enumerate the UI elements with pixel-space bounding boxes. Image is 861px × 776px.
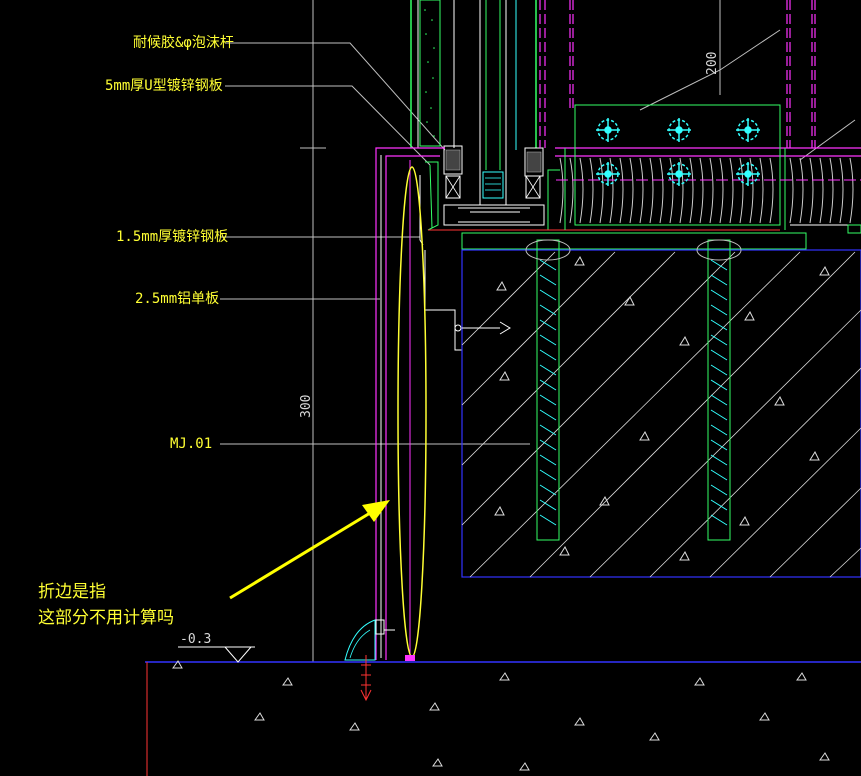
cad-section-drawing: 300 耐候胶&φ泡沫杆 5mm厚U型镀锌钢板 1.5mm厚镀锌钢板 2.5mm…: [0, 0, 861, 776]
label-sealant-foam-rod: 耐候胶&φ泡沫杆: [133, 34, 234, 51]
dim-300-text: 300: [299, 395, 314, 418]
label-aluminum-panel: 2.5mm铝单板: [135, 291, 219, 307]
label-galvanized-steel-plate: 1.5mm厚镀锌钢板: [116, 228, 228, 245]
drawing-background: [0, 0, 861, 776]
level-text: -0.3: [180, 632, 211, 647]
label-mj01: MJ.01: [170, 436, 212, 452]
note-line-2: 这部分不用计算吗: [38, 608, 174, 628]
note-line-1: 折边是指: [38, 582, 106, 602]
dim-200-text: 200: [705, 52, 720, 75]
label-u-steel-plate: 5mm厚U型镀锌钢板: [105, 77, 223, 94]
